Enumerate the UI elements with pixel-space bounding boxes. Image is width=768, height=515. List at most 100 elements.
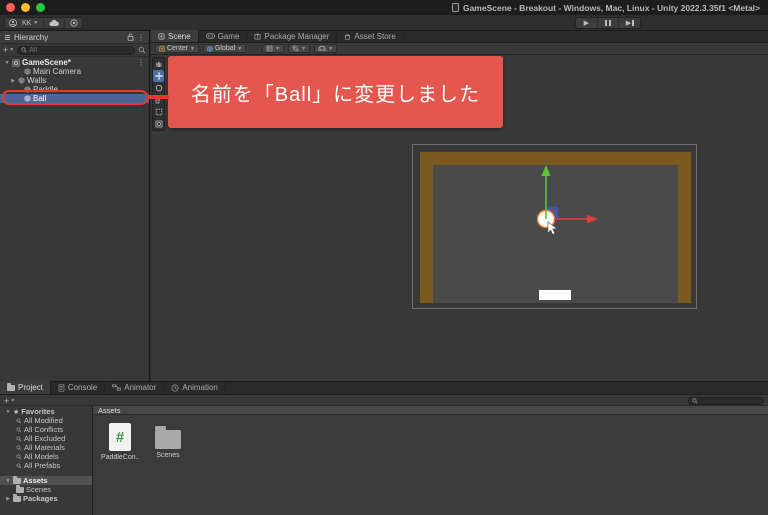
favorite-label: All Conflicts bbox=[24, 425, 64, 434]
tab-console[interactable]: Console bbox=[51, 381, 106, 394]
tab-animator[interactable]: Animator bbox=[105, 381, 165, 394]
account-initials: KK bbox=[22, 19, 32, 27]
create-asset-button[interactable]: + ▼ bbox=[4, 396, 15, 406]
hierarchy-row-main-camera[interactable]: Main Camera bbox=[0, 67, 149, 76]
folder-label: Scenes bbox=[26, 485, 52, 494]
rotate-tool[interactable] bbox=[153, 82, 164, 94]
grid-snap-button[interactable]: ▼ bbox=[288, 44, 311, 53]
folder-label: Assets bbox=[23, 476, 48, 485]
hierarchy-search-input[interactable] bbox=[29, 46, 131, 54]
window-title-wrap: GameScene - Breakout - Windows, Mac, Lin… bbox=[451, 0, 760, 15]
lock-icon[interactable] bbox=[127, 33, 134, 41]
hierarchy-row-walls[interactable]: ▶ Walls bbox=[0, 76, 149, 85]
caret-collapsed-icon[interactable]: ▶ bbox=[10, 78, 16, 84]
snap-increment-icon bbox=[292, 45, 299, 52]
tab-label: Package Manager bbox=[264, 31, 330, 41]
pivot-mode-label: Center bbox=[167, 45, 189, 52]
tab-game[interactable]: Game bbox=[199, 30, 248, 42]
pivot-icon bbox=[159, 45, 165, 52]
title-bar: GameScene - Breakout - Windows, Mac, Lin… bbox=[0, 0, 768, 15]
folder-icon bbox=[13, 494, 21, 502]
gizmo-x-arrowhead[interactable] bbox=[587, 214, 598, 224]
tab-project[interactable]: Project bbox=[0, 381, 51, 394]
favorite-label: All Materials bbox=[24, 443, 65, 452]
scene-options-icon[interactable]: ⋮ bbox=[137, 58, 145, 67]
view-hand-tool[interactable] bbox=[153, 58, 164, 70]
play-controls: ▶ ▶ bbox=[575, 17, 641, 29]
tab-scene[interactable]: Scene bbox=[151, 30, 199, 42]
project-folder-tree: ▼ ★ Favorites All Modified All Conflicts… bbox=[0, 406, 93, 515]
favorite-all-modified[interactable]: All Modified bbox=[0, 416, 92, 425]
scene-toolbar: Center ▼ Global ▼ ▼ ▼ ▼ bbox=[151, 43, 768, 55]
move-gizmo[interactable] bbox=[413, 145, 698, 310]
favorite-all-prefabs[interactable]: All Prefabs bbox=[0, 461, 92, 470]
folder-icon bbox=[16, 485, 24, 493]
pause-button[interactable] bbox=[598, 18, 620, 28]
favorite-all-conflicts[interactable]: All Conflicts bbox=[0, 425, 92, 434]
annotation-text: 名前を「Ball」に変更しました bbox=[190, 83, 481, 106]
services-gear-icon[interactable] bbox=[70, 19, 78, 27]
hierarchy-row-scene[interactable]: ▼ GameScene* ⋮ bbox=[0, 58, 149, 67]
snap-settings-button[interactable]: ▼ bbox=[314, 44, 338, 53]
move-tool[interactable] bbox=[153, 70, 164, 82]
account-person-icon[interactable] bbox=[9, 19, 17, 27]
chevron-down-icon: ▼ bbox=[237, 45, 243, 52]
package-manager-tab-icon bbox=[255, 32, 261, 39]
caret-expanded-icon[interactable]: ▼ bbox=[5, 478, 11, 484]
orientation-button[interactable]: Global ▼ bbox=[202, 44, 247, 53]
annotation-banner: 名前を「Ball」に変更しました bbox=[168, 56, 503, 128]
favorite-all-excluded[interactable]: All Excluded bbox=[0, 434, 92, 443]
grid-icon bbox=[266, 45, 273, 52]
asset-item-script[interactable]: # PaddleCon... bbox=[101, 423, 139, 461]
pivot-mode-button[interactable]: Center ▼ bbox=[155, 44, 199, 53]
project-search-field[interactable] bbox=[688, 396, 764, 405]
gizmo-y-arrowhead[interactable] bbox=[541, 165, 551, 176]
hierarchy-item-label: Walls bbox=[27, 76, 47, 85]
hierarchy-header[interactable]: Hierarchy ⋮ bbox=[0, 31, 149, 44]
tab-asset-store[interactable]: Asset Store bbox=[337, 30, 404, 42]
tree-row-scenes[interactable]: Scenes bbox=[0, 485, 92, 494]
caret-collapsed-icon[interactable]: ▶ bbox=[5, 496, 11, 502]
tab-label: Project bbox=[18, 383, 43, 392]
panel-menu-icon[interactable]: ⋮ bbox=[137, 33, 145, 42]
pause-icon bbox=[605, 20, 611, 26]
minimize-button[interactable] bbox=[21, 3, 30, 12]
rect-tool[interactable] bbox=[153, 106, 164, 118]
tree-row-packages[interactable]: ▶ Packages bbox=[0, 494, 92, 503]
tool-strip bbox=[152, 57, 165, 131]
bottom-tabbar: Project Console Animator Animation bbox=[0, 381, 768, 395]
tab-package-manager[interactable]: Package Manager bbox=[247, 30, 338, 42]
tab-animation[interactable]: Animation bbox=[164, 381, 226, 394]
favorite-all-materials[interactable]: All Materials bbox=[0, 443, 92, 452]
close-button[interactable] bbox=[6, 3, 15, 12]
favorite-label: All Models bbox=[24, 452, 59, 461]
step-button[interactable]: ▶ bbox=[619, 18, 640, 28]
tab-label: Console bbox=[67, 383, 98, 392]
grid-visibility-button[interactable]: ▼ bbox=[262, 44, 285, 53]
search-icon bbox=[16, 453, 22, 459]
hierarchy-search-field[interactable] bbox=[17, 45, 135, 55]
caret-expanded-icon[interactable]: ▼ bbox=[5, 409, 11, 415]
transform-tool[interactable] bbox=[153, 118, 164, 130]
globe-icon bbox=[207, 45, 213, 52]
account-dropdown[interactable]: KK ▼ bbox=[22, 20, 38, 27]
zoom-button[interactable] bbox=[36, 3, 45, 12]
favorite-label: All Modified bbox=[24, 416, 63, 425]
asset-item-scenes-folder[interactable]: Scenes bbox=[149, 423, 187, 461]
search-icon bbox=[16, 435, 22, 441]
hierarchy-item-label: Main Camera bbox=[33, 67, 82, 76]
project-search-input[interactable] bbox=[700, 397, 760, 404]
favorites-label: Favorites bbox=[21, 407, 55, 416]
favorites-header-row[interactable]: ▼ ★ Favorites bbox=[0, 407, 92, 416]
cloud-icon[interactable] bbox=[49, 19, 60, 27]
play-button[interactable]: ▶ bbox=[576, 18, 598, 28]
annotation-connector-line bbox=[147, 95, 169, 99]
tab-label: Animation bbox=[182, 383, 218, 392]
favorite-all-models[interactable]: All Models bbox=[0, 452, 92, 461]
chevron-down-icon: ▼ bbox=[301, 45, 307, 52]
search-filter-icon[interactable] bbox=[138, 46, 146, 54]
caret-expanded-icon[interactable]: ▼ bbox=[4, 60, 10, 66]
create-object-button[interactable]: + ▼ bbox=[3, 45, 14, 55]
animation-tab-icon bbox=[171, 383, 179, 392]
tree-row-assets[interactable]: ▼ Assets bbox=[0, 476, 92, 485]
